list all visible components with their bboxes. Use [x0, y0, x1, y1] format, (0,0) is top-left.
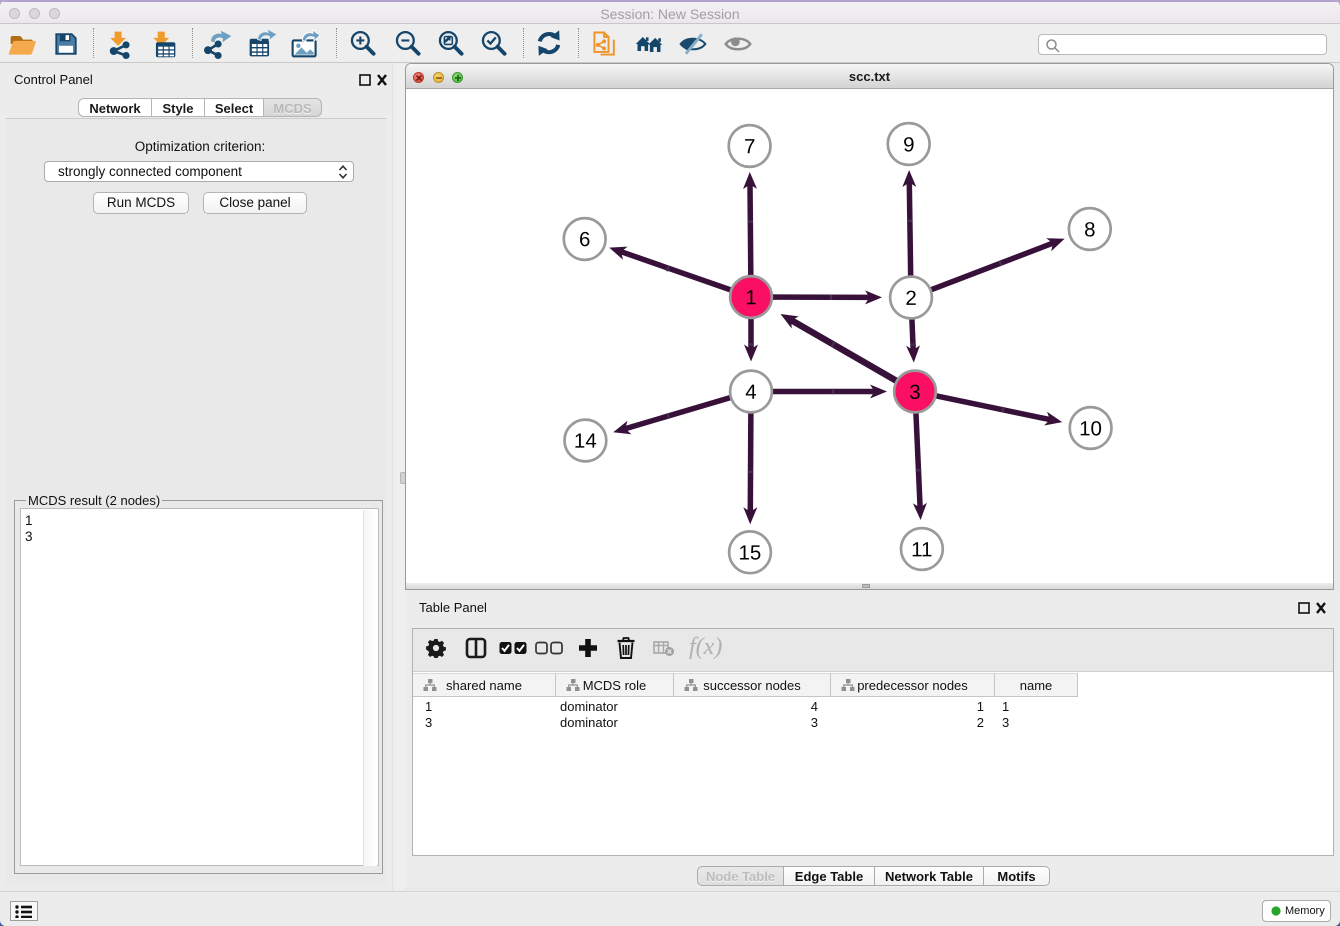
svg-text:2: 2	[905, 287, 916, 310]
svg-text:10: 10	[1079, 417, 1102, 440]
svg-text:15: 15	[738, 542, 761, 565]
svg-text:9: 9	[903, 133, 914, 156]
svg-text:3: 3	[909, 381, 920, 404]
svg-text:11: 11	[911, 538, 932, 561]
svg-text:4: 4	[745, 381, 756, 404]
svg-text:1: 1	[745, 286, 756, 309]
svg-text:14: 14	[574, 430, 597, 453]
svg-text:8: 8	[1084, 218, 1095, 241]
svg-text:6: 6	[579, 228, 590, 251]
svg-text:7: 7	[744, 135, 755, 158]
